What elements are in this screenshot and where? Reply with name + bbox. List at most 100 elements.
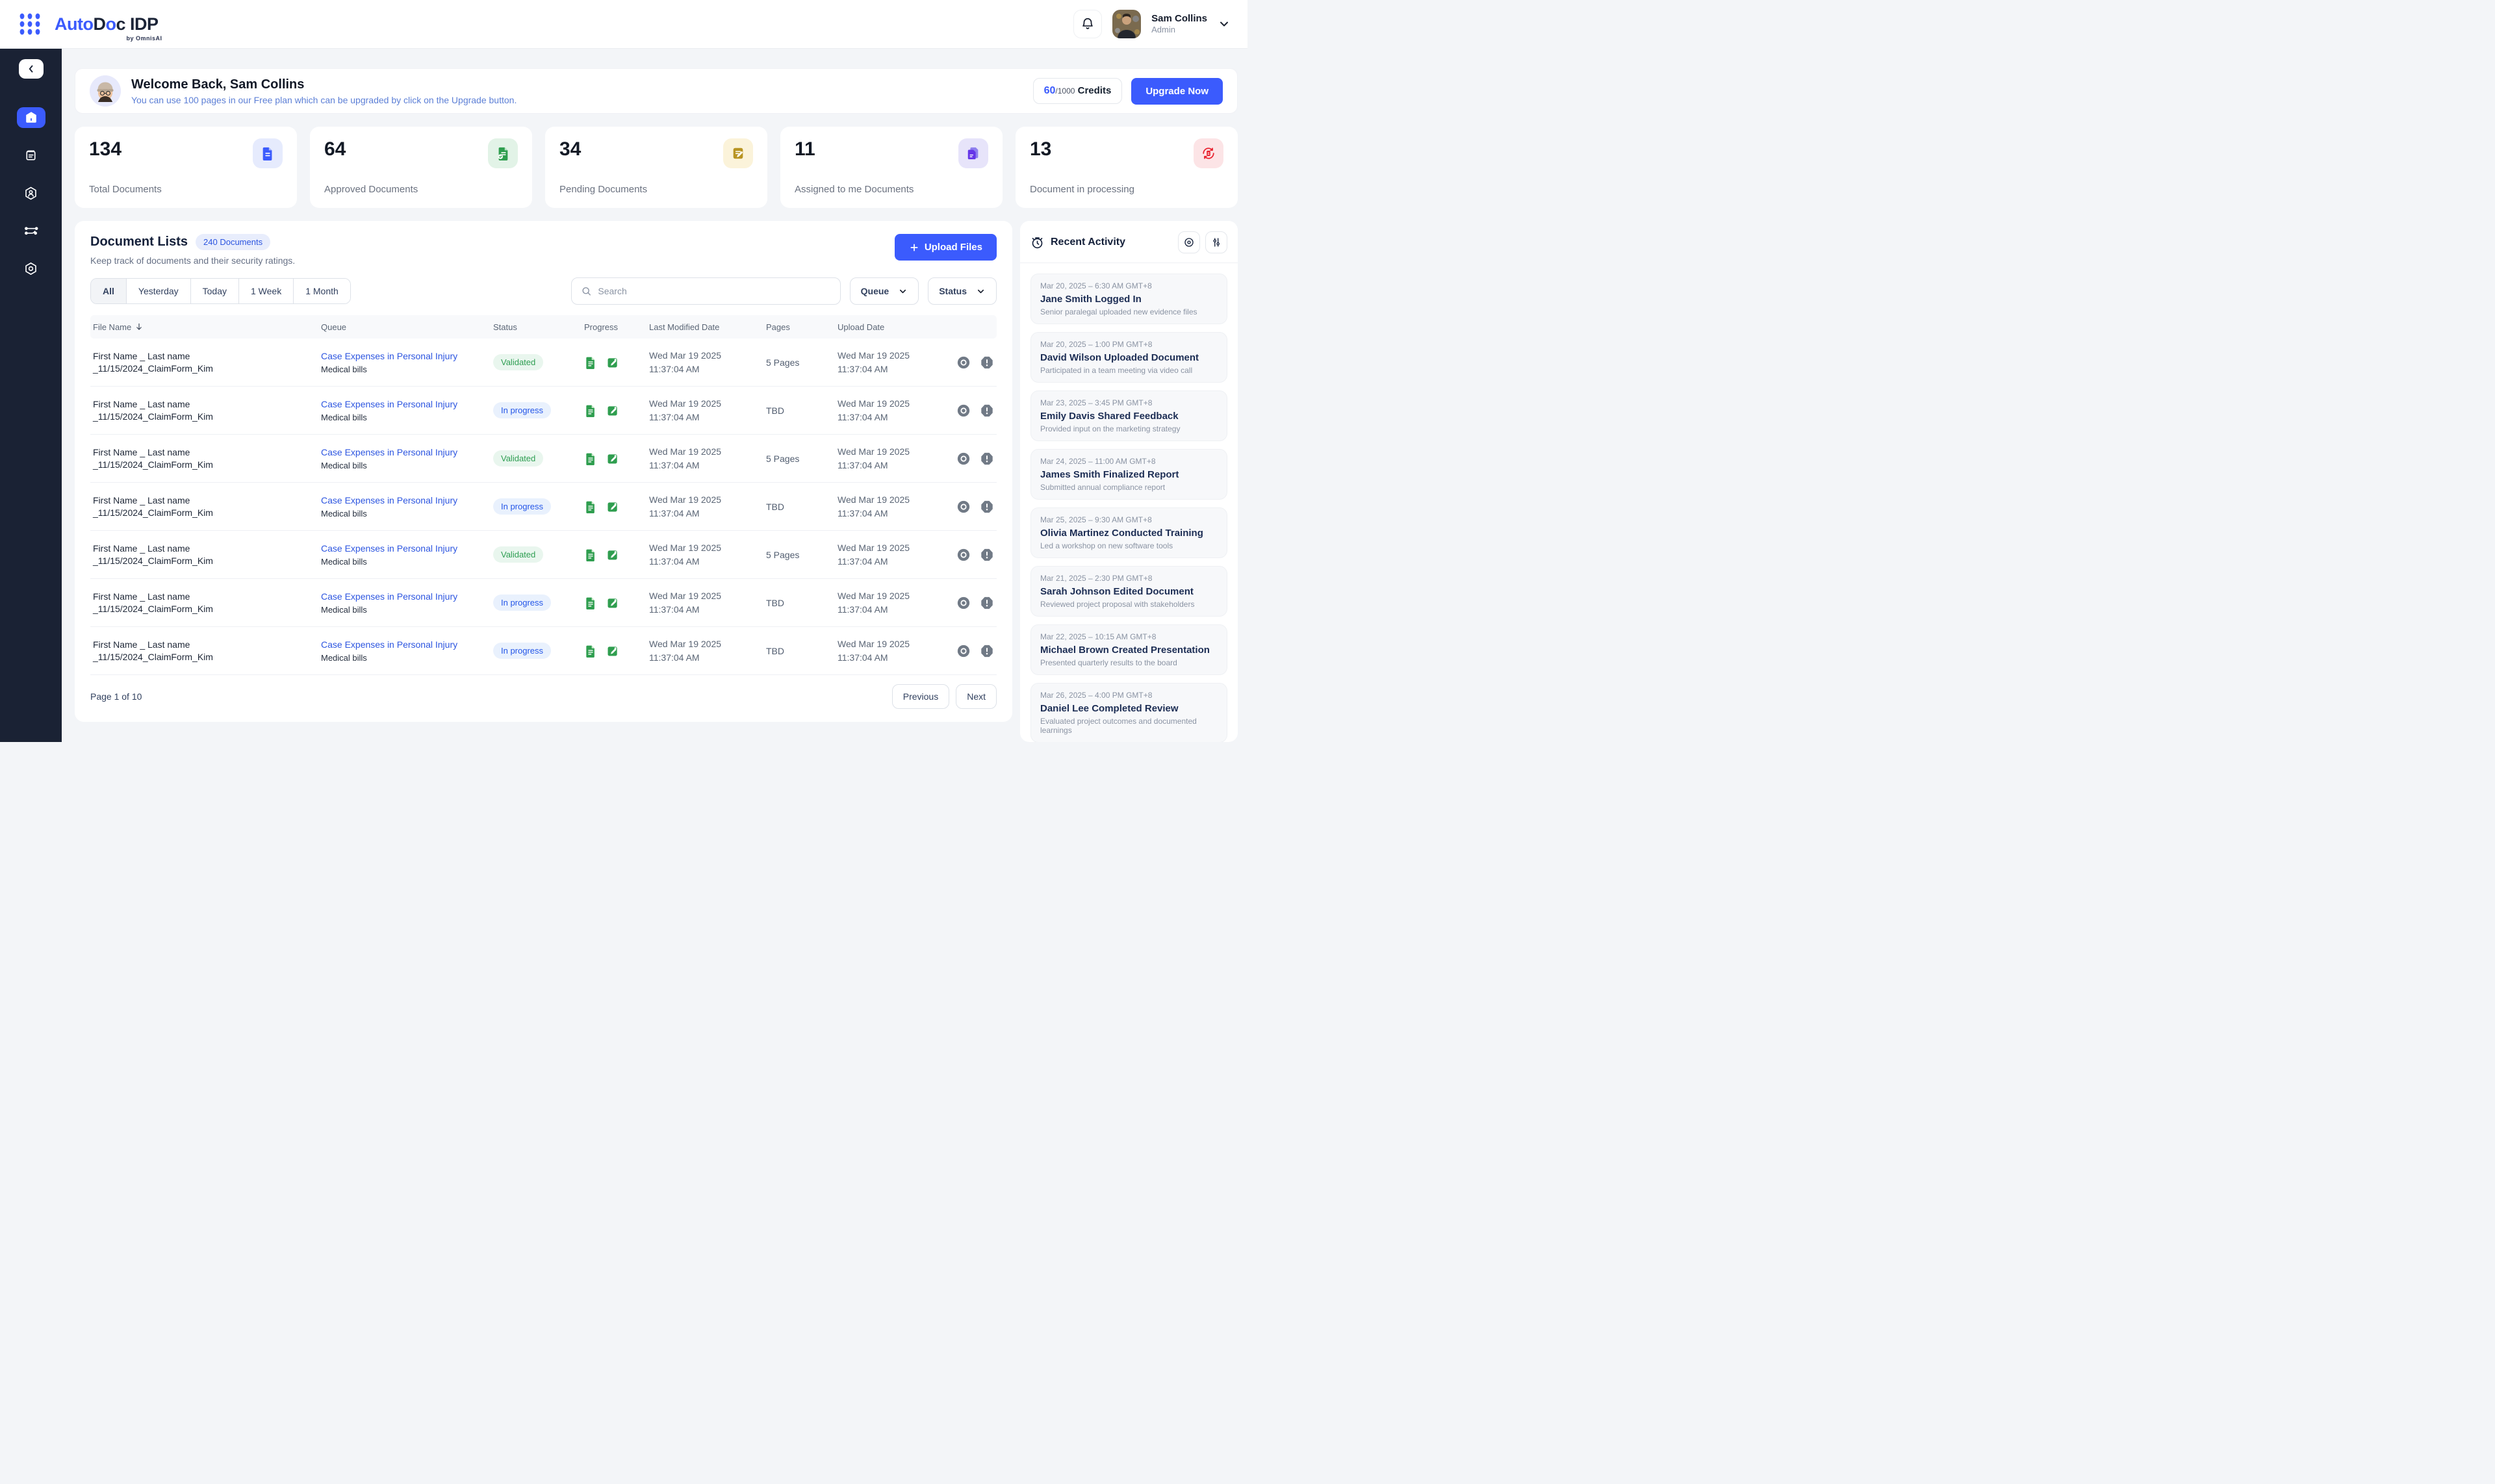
view-icon[interactable] [956,644,971,658]
table-row[interactable]: First Name _ Last name _11/15/2024_Claim… [90,435,997,483]
activity-item[interactable]: Mar 20, 2025 – 6:30 AM GMT+8 Jane Smith … [1030,274,1227,324]
edit-progress-icon[interactable] [606,596,619,609]
alert-icon[interactable] [980,596,994,610]
edit-progress-icon[interactable] [606,452,619,465]
activity-item[interactable]: Mar 25, 2025 – 9:30 AM GMT+8 Olivia Mart… [1030,507,1227,558]
queue-link[interactable]: Case Expenses in Personal Injury [321,591,487,602]
previous-page-button[interactable]: Previous [892,684,949,709]
date-filter-tab[interactable]: 1 Month [294,279,350,303]
logo-c: c [116,14,125,34]
pages-cell: 5 Pages [766,357,838,368]
activity-description: Participated in a team meeting via video… [1040,366,1218,375]
upload-files-button[interactable]: Upload Files [895,234,997,261]
app-grid-icon[interactable] [17,11,43,37]
activity-view-button[interactable] [1178,231,1200,253]
alert-icon[interactable] [980,644,994,658]
activity-filter-button[interactable] [1205,231,1227,253]
activity-list: Mar 20, 2025 – 6:30 AM GMT+8 Jane Smith … [1030,274,1227,742]
document-icon [253,138,283,168]
queue-link[interactable]: Case Expenses in Personal Injury [321,495,487,505]
date-filter-tab[interactable]: Today [191,279,239,303]
view-icon[interactable] [956,500,971,514]
table-row[interactable]: First Name _ Last name _11/15/2024_Claim… [90,579,997,627]
column-last-modified[interactable]: Last Modified Date [649,322,766,332]
activity-item[interactable]: Mar 20, 2025 – 1:00 PM GMT+8 David Wilso… [1030,332,1227,383]
queue-link[interactable]: Case Expenses in Personal Injury [321,447,487,457]
view-icon[interactable] [956,596,971,610]
document-progress-icon[interactable] [584,404,597,417]
welcome-subtitle: You can use 100 pages in our Free plan w… [131,95,517,105]
activity-item[interactable]: Mar 22, 2025 – 10:15 AM GMT+8 Michael Br… [1030,624,1227,675]
status-cell: In progress [493,643,584,659]
activity-item[interactable]: Mar 21, 2025 – 2:30 PM GMT+8 Sarah Johns… [1030,566,1227,617]
column-status[interactable]: Status [493,322,584,332]
table-row[interactable]: First Name _ Last name _11/15/2024_Claim… [90,339,997,387]
date-filter-tab[interactable]: All [91,279,127,303]
user-avatar[interactable] [1112,10,1141,38]
activity-item[interactable]: Mar 26, 2025 – 4:00 PM GMT+8 Daniel Lee … [1030,683,1227,742]
document-progress-icon[interactable] [584,500,597,513]
table-row[interactable]: First Name _ Last name _11/15/2024_Claim… [90,483,997,531]
edit-progress-icon[interactable] [606,645,619,658]
column-file-name[interactable]: File Name [90,322,321,332]
edit-progress-icon[interactable] [606,500,619,513]
next-page-button[interactable]: Next [956,684,997,709]
upgrade-button[interactable]: Upgrade Now [1131,78,1223,105]
edit-progress-icon[interactable] [606,356,619,369]
alert-icon[interactable] [980,452,994,466]
sidebar-item-documents[interactable] [17,145,45,166]
status-dropdown[interactable]: Status [928,277,997,305]
column-queue[interactable]: Queue [321,322,493,332]
view-icon[interactable] [956,452,971,466]
alert-icon[interactable] [980,403,994,418]
date-filter-tab[interactable]: 1 Week [239,279,294,303]
sidebar-item-workflow[interactable] [17,220,45,241]
queue-link[interactable]: Case Expenses in Personal Injury [321,639,487,650]
alert-icon[interactable] [980,500,994,514]
status-badge: Validated [493,450,543,467]
alert-icon[interactable] [980,355,994,370]
sidebar-item-settings[interactable] [17,258,45,279]
table-header: File Name Queue Status Progress Last Mod… [90,315,997,339]
alert-icon[interactable] [980,548,994,562]
table-row[interactable]: First Name _ Last name _11/15/2024_Claim… [90,531,997,579]
document-progress-icon[interactable] [584,548,597,561]
collapse-sidebar-button[interactable] [19,59,44,79]
file-name: First Name _ Last name _11/15/2024_Claim… [90,446,321,471]
upload-files-label: Upload Files [925,242,982,253]
status-cell: In progress [493,498,584,515]
column-upload-date[interactable]: Upload Date [838,322,941,332]
document-progress-icon[interactable] [584,452,597,465]
search-box[interactable] [571,277,841,305]
document-progress-icon[interactable] [584,645,597,658]
upload-date-cell: Wed Mar 19 2025 11:37:04 AM [838,397,941,424]
edit-progress-icon[interactable] [606,404,619,417]
chevron-down-icon[interactable] [1218,18,1231,31]
document-progress-icon[interactable] [584,596,597,609]
upload-date-cell: Wed Mar 19 2025 11:37:04 AM [838,493,941,520]
sidebar-item-home[interactable] [17,107,45,128]
logo-idp: IDP [125,14,159,34]
file-name: First Name _ Last name _11/15/2024_Claim… [90,543,321,567]
search-input[interactable] [598,286,830,296]
column-pages[interactable]: Pages [766,322,838,332]
sidebar-item-users[interactable] [17,183,45,203]
activity-item[interactable]: Mar 24, 2025 – 11:00 AM GMT+8 James Smit… [1030,449,1227,500]
date-filter-tab[interactable]: Yesterday [127,279,191,303]
queue-link[interactable]: Case Expenses in Personal Injury [321,351,487,361]
user-role: Admin [1151,25,1207,35]
view-icon[interactable] [956,355,971,370]
table-row[interactable]: First Name _ Last name _11/15/2024_Claim… [90,627,997,675]
queue-link[interactable]: Case Expenses in Personal Injury [321,399,487,409]
edit-progress-icon[interactable] [606,548,619,561]
notifications-button[interactable] [1073,10,1102,38]
view-icon[interactable] [956,548,971,562]
queue-link[interactable]: Case Expenses in Personal Injury [321,543,487,554]
app-logo[interactable]: AutoDoc IDP by OmnisAI [55,14,159,34]
activity-item[interactable]: Mar 23, 2025 – 3:45 PM GMT+8 Emily Davis… [1030,390,1227,441]
queue-dropdown[interactable]: Queue [850,277,919,305]
table-row[interactable]: First Name _ Last name _11/15/2024_Claim… [90,387,997,435]
view-icon[interactable] [956,403,971,418]
document-progress-icon[interactable] [584,356,597,369]
column-progress[interactable]: Progress [584,322,649,332]
